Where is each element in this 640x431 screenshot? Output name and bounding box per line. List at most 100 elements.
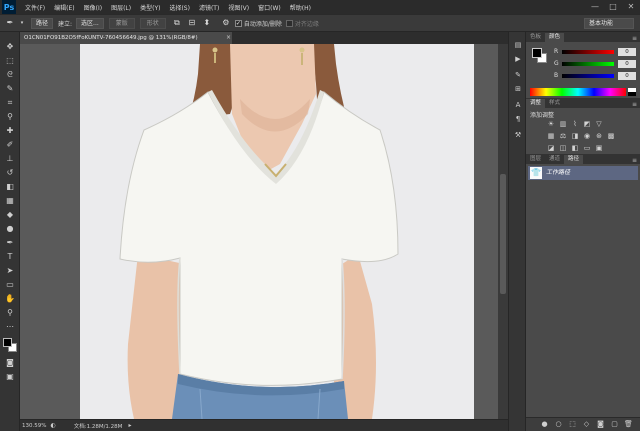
- new-path-icon[interactable]: ▢: [610, 420, 619, 429]
- minimize-button[interactable]: —: [590, 1, 600, 13]
- mask-button[interactable]: 蒙版: [108, 17, 135, 29]
- menu-edit[interactable]: 编辑(E): [54, 3, 74, 12]
- hand-tool-icon[interactable]: ✋: [4, 294, 16, 304]
- close-icon[interactable]: ×: [226, 32, 231, 44]
- document-tab[interactable]: O1CN01FO91B2O5fFoKUNTV-760456649.jpg @ 1…: [20, 32, 232, 44]
- menu-view[interactable]: 视图(V): [228, 3, 249, 12]
- lasso-tool-icon[interactable]: ᘓ: [4, 70, 16, 80]
- eraser-tool-icon[interactable]: ◧: [4, 182, 16, 192]
- blur-tool-icon[interactable]: ◆: [4, 210, 16, 220]
- quick-select-tool-icon[interactable]: ✎: [4, 84, 16, 94]
- tab-paths[interactable]: 路径: [564, 155, 584, 164]
- clone-stamp-tool-icon[interactable]: ⊥: [4, 154, 16, 164]
- stroke-path-icon[interactable]: ○: [554, 420, 563, 429]
- history-panel-icon[interactable]: ▤: [513, 40, 523, 50]
- green-slider[interactable]: G 0: [554, 60, 638, 68]
- brush-tool-icon[interactable]: ✐: [4, 140, 16, 150]
- character-panel-icon[interactable]: A: [513, 100, 523, 110]
- clone-source-icon[interactable]: ⊞: [513, 84, 523, 94]
- color-spectrum[interactable]: [530, 88, 626, 96]
- levels-icon[interactable]: ▥: [558, 120, 568, 129]
- photo-filter-icon[interactable]: ◉: [582, 132, 592, 141]
- eyedropper-tool-icon[interactable]: ⚲: [4, 112, 16, 122]
- path-operations-icon[interactable]: ⧉: [171, 17, 183, 29]
- mode-select[interactable]: 路径: [31, 17, 54, 29]
- selection-button[interactable]: 选区...: [76, 17, 104, 29]
- vibrance-icon[interactable]: ▽: [594, 120, 604, 129]
- tab-styles[interactable]: 样式: [545, 99, 564, 108]
- close-button[interactable]: ✕: [626, 1, 636, 13]
- brush-panel-icon[interactable]: ✎: [513, 70, 523, 80]
- fg-color-chip[interactable]: [532, 48, 542, 58]
- crop-tool-icon[interactable]: ⌗: [4, 98, 16, 108]
- menu-filter[interactable]: 滤镜(T): [199, 3, 219, 12]
- gradient-tool-icon[interactable]: ▦: [4, 196, 16, 206]
- panel-menu-icon[interactable]: ≡: [632, 157, 637, 164]
- trash-icon[interactable]: 🗑: [624, 420, 633, 429]
- tab-channels[interactable]: 通道: [545, 155, 564, 164]
- menu-help[interactable]: 帮助(H): [290, 3, 311, 12]
- align-edges-checkbox[interactable]: [285, 19, 293, 27]
- tab-color[interactable]: 颜色: [545, 33, 565, 42]
- canvas-area[interactable]: [20, 44, 498, 419]
- menu-type[interactable]: 类型(Y): [140, 3, 160, 12]
- auto-add-delete-checkbox[interactable]: ✓: [234, 19, 242, 27]
- gradient-map-icon[interactable]: ▭: [582, 144, 592, 153]
- dodge-tool-icon[interactable]: ●: [4, 224, 16, 234]
- zoom-level[interactable]: 130.59%: [22, 423, 46, 429]
- tab-swatches[interactable]: 色板: [526, 33, 545, 42]
- workspace-select[interactable]: 基本功能: [584, 18, 634, 29]
- selective-color-icon[interactable]: ▣: [594, 144, 604, 153]
- black-white-swatch[interactable]: [628, 88, 636, 96]
- red-slider[interactable]: R 0: [554, 48, 638, 56]
- vertical-scrollbar[interactable]: [498, 44, 508, 419]
- menu-layer[interactable]: 图层(L): [111, 3, 131, 12]
- color-balance-icon[interactable]: ⚖: [558, 132, 568, 141]
- marquee-tool-icon[interactable]: ⬚: [4, 56, 16, 66]
- menu-select[interactable]: 选择(S): [169, 3, 190, 12]
- more-tools-icon[interactable]: ⋯: [4, 322, 16, 332]
- make-work-path-icon[interactable]: ◇: [582, 420, 591, 429]
- add-mask-icon[interactable]: ◙: [596, 420, 605, 429]
- document-canvas[interactable]: [80, 44, 474, 419]
- work-path-row[interactable]: 👕 工作路径: [528, 166, 638, 180]
- brightness-contrast-icon[interactable]: ☀: [546, 120, 556, 129]
- posterize-icon[interactable]: ◫: [558, 144, 568, 153]
- blue-slider[interactable]: B 0: [554, 72, 638, 80]
- maximize-button[interactable]: □: [608, 1, 618, 13]
- path-alignment-icon[interactable]: ⊟: [186, 17, 198, 29]
- paragraph-panel-icon[interactable]: ¶: [513, 114, 523, 124]
- actions-panel-icon[interactable]: ▶: [513, 54, 523, 64]
- history-brush-tool-icon[interactable]: ↺: [4, 168, 16, 178]
- panel-menu-icon[interactable]: ≡: [632, 101, 637, 108]
- panel-menu-icon[interactable]: ≡: [632, 35, 637, 42]
- path-selection-tool-icon[interactable]: ➤: [4, 266, 16, 276]
- healing-brush-tool-icon[interactable]: ✚: [4, 126, 16, 136]
- menu-window[interactable]: 窗口(W): [258, 3, 281, 12]
- tool-presets-icon[interactable]: ⚒: [513, 130, 523, 140]
- fill-path-icon[interactable]: ●: [540, 420, 549, 429]
- curves-icon[interactable]: ⌇: [570, 120, 580, 129]
- path-arrangement-icon[interactable]: ⬍: [201, 17, 213, 29]
- black-white-icon[interactable]: ◨: [570, 132, 580, 141]
- hue-saturation-icon[interactable]: ▦: [546, 132, 556, 141]
- foreground-color-swatch[interactable]: [3, 338, 12, 347]
- channel-mixer-icon[interactable]: ⊛: [594, 132, 604, 141]
- pen-tool-icon[interactable]: ✒: [4, 238, 16, 248]
- pen-tool-icon[interactable]: ✒: [4, 17, 16, 29]
- menu-image[interactable]: 图像(I): [84, 3, 102, 12]
- color-lookup-icon[interactable]: ▩: [606, 132, 616, 141]
- type-tool-icon[interactable]: T: [4, 252, 16, 262]
- screen-mode-icon[interactable]: ▣: [4, 372, 16, 382]
- vertical-scroll-thumb[interactable]: [500, 174, 506, 294]
- exposure-icon[interactable]: ◩: [582, 120, 592, 129]
- threshold-icon[interactable]: ◧: [570, 144, 580, 153]
- tab-adjustments[interactable]: 调整: [526, 99, 546, 108]
- menu-file[interactable]: 文件(F): [25, 3, 45, 12]
- chevron-down-icon[interactable]: ▾: [19, 17, 25, 29]
- shape-tool-icon[interactable]: ▭: [4, 280, 16, 290]
- load-as-selection-icon[interactable]: ⬚: [568, 420, 577, 429]
- quick-mask-icon[interactable]: ◙: [4, 358, 16, 368]
- move-tool-icon[interactable]: ✥: [4, 42, 16, 52]
- shape-button[interactable]: 形状: [139, 17, 166, 29]
